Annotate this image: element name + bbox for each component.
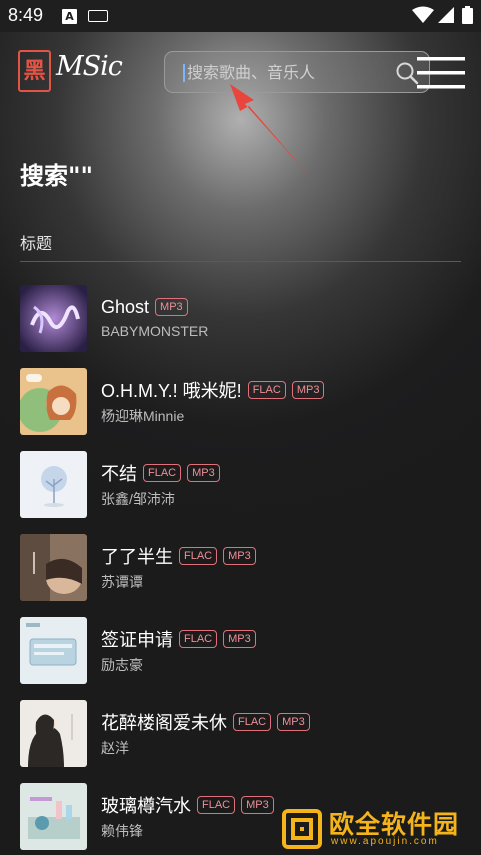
song-title: 不结 bbox=[101, 464, 137, 484]
format-badge: MP3 bbox=[187, 464, 220, 482]
logo-text: MSic bbox=[56, 51, 123, 82]
album-cover bbox=[20, 700, 87, 767]
song-artist: 张鑫/邹沛沛 bbox=[101, 491, 175, 507]
album-cover bbox=[20, 285, 87, 352]
section-divider bbox=[20, 261, 461, 262]
song-title: Ghost bbox=[101, 296, 150, 317]
format-badge: MP3 bbox=[241, 796, 274, 814]
status-time: 8:49 bbox=[8, 5, 44, 25]
song-title: 了了半生 bbox=[101, 547, 173, 567]
battery-icon bbox=[462, 6, 473, 24]
format-badge: FLAC bbox=[179, 547, 218, 565]
logo-mark: 黑 bbox=[18, 50, 51, 92]
format-badge: MP3 bbox=[223, 547, 256, 565]
song-title: 玻璃樽汽水 bbox=[101, 796, 191, 816]
format-badge: FLAC bbox=[143, 464, 182, 482]
format-badge: FLAC bbox=[233, 713, 272, 731]
song-item[interactable]: Ghost MP3 BABYMONSTER bbox=[20, 285, 470, 368]
format-badge: FLAC bbox=[247, 381, 286, 399]
search-bar[interactable] bbox=[164, 51, 430, 93]
keyboard-icon bbox=[88, 10, 108, 22]
song-artist: BABYMONSTER bbox=[101, 323, 209, 339]
format-badge: FLAC bbox=[179, 630, 218, 648]
format-badge: MP3 bbox=[223, 630, 256, 648]
wifi-icon bbox=[412, 6, 434, 23]
album-cover bbox=[20, 368, 87, 435]
song-title: O.H.M.Y.! 哦米妮! bbox=[101, 381, 242, 401]
song-item[interactable]: 了了半生 FLAC MP3 苏谭谭 bbox=[20, 534, 470, 617]
song-item[interactable]: 花醉楼阁爱未休 FLAC MP3 赵洋 bbox=[20, 700, 470, 783]
text-input-icon: A bbox=[62, 9, 77, 24]
section-label-title: 标题 bbox=[20, 234, 53, 253]
text-caret bbox=[183, 64, 185, 82]
site-watermark: 欧全软件园 www.apoujin.com bbox=[279, 803, 479, 855]
watermark-logo-icon bbox=[282, 809, 322, 849]
song-title: 签证申请 bbox=[101, 630, 173, 650]
signal-icon bbox=[438, 7, 454, 23]
song-artist: 杨迎琳Minnie bbox=[101, 408, 185, 424]
song-artist: 赵洋 bbox=[101, 740, 129, 756]
song-title: 花醉楼阁爱未休 bbox=[101, 713, 227, 733]
search-input[interactable] bbox=[187, 52, 387, 92]
watermark-url: www.apoujin.com bbox=[331, 836, 439, 847]
album-cover bbox=[20, 617, 87, 684]
format-badge: FLAC bbox=[197, 796, 236, 814]
song-artist: 励志豪 bbox=[101, 657, 143, 673]
page-title: 搜索"" bbox=[20, 162, 94, 190]
format-badge: MP3 bbox=[291, 381, 325, 399]
album-cover bbox=[20, 534, 87, 601]
status-bar: 8:49 A bbox=[0, 0, 481, 32]
app-screen: 8:49 A 黑 MSic 搜索"" 标题 bbox=[0, 0, 481, 855]
format-badge: MP3 bbox=[277, 713, 310, 731]
album-cover bbox=[20, 451, 87, 518]
search-icon[interactable] bbox=[395, 61, 419, 85]
song-item[interactable]: O.H.M.Y.! 哦米妮! FLAC MP3 杨迎琳Minnie bbox=[20, 368, 470, 451]
song-item[interactable]: 签证申请 FLAC MP3 励志豪 bbox=[20, 617, 470, 700]
app-logo[interactable]: 黑 MSic bbox=[18, 49, 126, 93]
album-cover bbox=[20, 783, 87, 850]
hamburger-menu-icon[interactable] bbox=[417, 55, 465, 91]
format-badge: MP3 bbox=[155, 298, 188, 316]
song-artist: 苏谭谭 bbox=[101, 574, 143, 590]
song-list: Ghost MP3 BABYMONSTER O.H.M.Y.! 哦米妮! FLA… bbox=[20, 285, 470, 855]
song-item[interactable]: 不结 FLAC MP3 张鑫/邹沛沛 bbox=[20, 451, 470, 534]
